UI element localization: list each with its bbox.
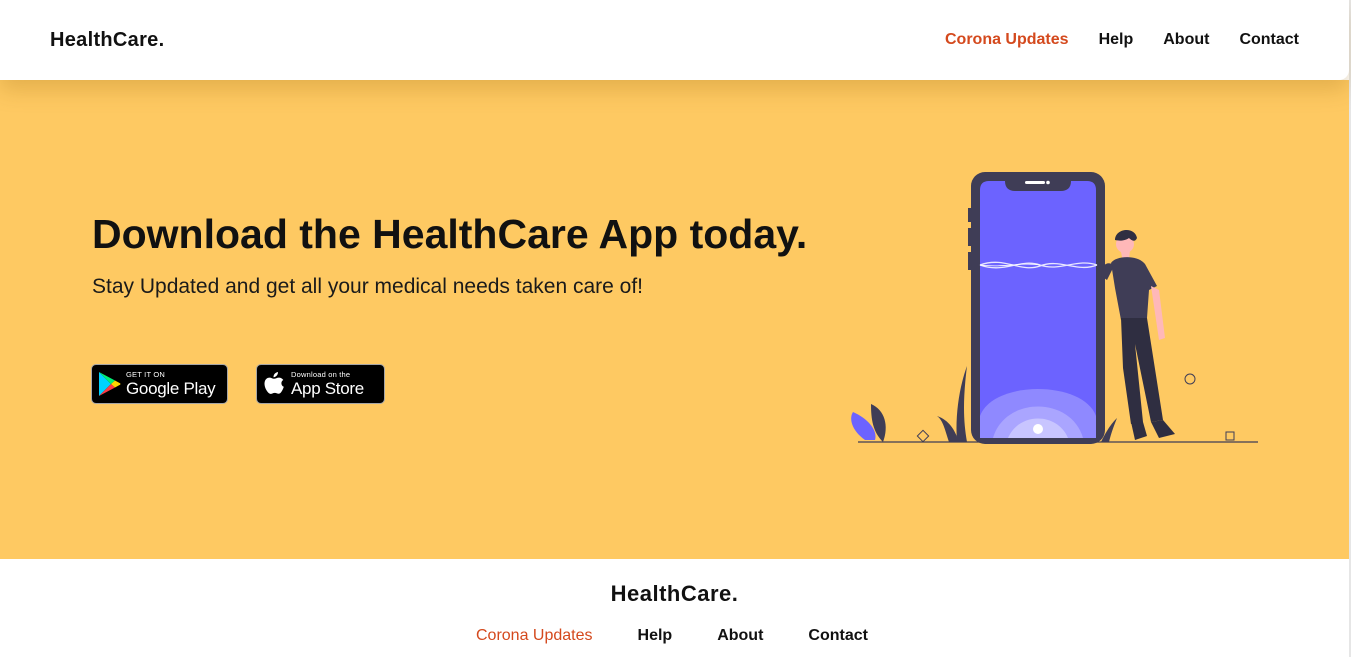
nav-link-help[interactable]: Help <box>1099 31 1134 49</box>
phone-person-illustration <box>851 172 1258 444</box>
nav-link-contact[interactable]: Contact <box>1239 31 1299 49</box>
hero-section: Download the HealthCare App today. Stay … <box>0 80 1349 559</box>
footer-nav: Corona Updates Help About Contact <box>476 627 868 645</box>
apple-icon <box>257 371 291 397</box>
app-store-label: App Store <box>291 378 364 398</box>
google-play-label: Google Play <box>126 378 216 398</box>
app-store-button[interactable]: Download on the App Store <box>256 364 385 404</box>
main-nav: Corona Updates Help About Contact <box>945 31 1299 49</box>
footer-link-corona-updates[interactable]: Corona Updates <box>476 627 593 645</box>
hero-subtitle: Stay Updated and get all your medical ne… <box>92 275 644 298</box>
google-play-small-text: GET IT ON <box>126 370 166 380</box>
top-navbar: HealthCare. Corona Updates Help About Co… <box>0 0 1349 80</box>
footer: HealthCare. Corona Updates Help About Co… <box>0 559 1349 657</box>
nav-link-about[interactable]: About <box>1163 31 1209 49</box>
footer-logo[interactable]: HealthCare. <box>0 581 1349 607</box>
footer-link-help[interactable]: Help <box>638 627 673 645</box>
footer-link-about[interactable]: About <box>717 627 763 645</box>
hero-title: Download the HealthCare App today. <box>92 211 808 257</box>
site-logo[interactable]: HealthCare. <box>50 29 164 52</box>
google-play-button[interactable]: GET IT ON Google Play <box>91 364 228 404</box>
google-play-icon <box>92 371 126 397</box>
nav-link-corona-updates[interactable]: Corona Updates <box>945 31 1069 49</box>
app-store-small-text: Download on the <box>291 370 351 380</box>
footer-link-contact[interactable]: Contact <box>808 627 868 645</box>
